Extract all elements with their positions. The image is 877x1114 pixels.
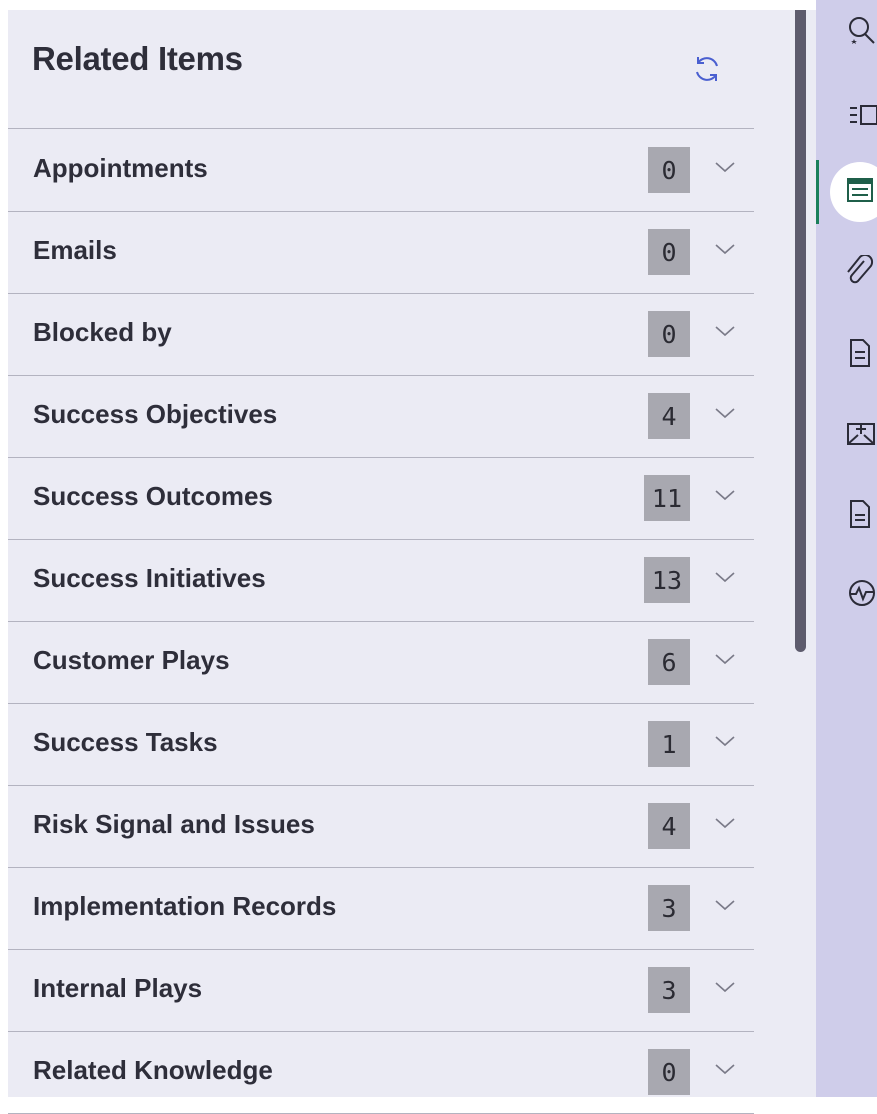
page-title: Related Items — [32, 40, 243, 77]
active-tab-indicator — [816, 160, 819, 224]
chevron-down-icon[interactable] — [714, 324, 736, 338]
chevron-down-icon[interactable] — [714, 242, 736, 256]
item-label: Customer Plays — [33, 645, 230, 675]
count-badge: 11 — [643, 475, 690, 521]
refresh-icon[interactable] — [692, 54, 722, 84]
item-label: Success Objectives — [33, 399, 278, 429]
list-item-risk-signal-and-issues[interactable]: Risk Signal and Issues 4 — [8, 786, 754, 868]
item-label: Success Initiatives — [33, 563, 266, 593]
related-items-icon[interactable] — [830, 175, 877, 209]
count-badge: 4 — [648, 803, 690, 849]
list-item-blocked-by[interactable]: Blocked by 0 — [8, 294, 754, 376]
panel-header: Related Items — [8, 10, 754, 129]
related-items-panel: Related Items Appointments 0 Emails 0 Bl… — [8, 10, 816, 1114]
chevron-down-icon[interactable] — [714, 488, 736, 502]
count-badge: 0 — [648, 1049, 690, 1095]
list-item-success-outcomes[interactable]: Success Outcomes 11 — [8, 458, 754, 540]
item-label: Related Knowledge — [33, 1055, 273, 1085]
count-badge: 3 — [648, 885, 690, 931]
count-badge: 13 — [643, 557, 690, 603]
list-item-emails[interactable]: Emails 0 — [8, 212, 754, 294]
list-item-appointments[interactable]: Appointments 0 — [8, 130, 754, 212]
document-icon[interactable] — [830, 336, 877, 370]
email-icon[interactable] — [830, 416, 877, 450]
count-badge: 0 — [648, 311, 690, 357]
item-label: Implementation Records — [33, 891, 337, 921]
item-label: Success Tasks — [33, 727, 218, 757]
chevron-down-icon[interactable] — [714, 734, 736, 748]
search-assist-icon[interactable] — [830, 14, 877, 48]
chevron-down-icon[interactable] — [714, 160, 736, 174]
count-badge: 6 — [648, 639, 690, 685]
chevron-down-icon[interactable] — [714, 898, 736, 912]
related-items-list: Appointments 0 Emails 0 Blocked by 0 Suc… — [8, 130, 754, 1114]
item-label: Emails — [33, 235, 117, 265]
list-item-customer-plays[interactable]: Customer Plays 6 — [8, 622, 754, 704]
chevron-down-icon[interactable] — [714, 816, 736, 830]
count-badge: 4 — [648, 393, 690, 439]
item-label: Success Outcomes — [33, 481, 273, 511]
chevron-down-icon[interactable] — [714, 570, 736, 584]
summary-icon[interactable] — [830, 98, 877, 132]
list-item-success-initiatives[interactable]: Success Initiatives 13 — [8, 540, 754, 622]
count-badge: 1 — [648, 721, 690, 767]
item-label: Appointments — [33, 153, 208, 183]
count-badge: 0 — [648, 229, 690, 275]
count-badge: 0 — [648, 147, 690, 193]
list-item-success-tasks[interactable]: Success Tasks 1 — [8, 704, 754, 786]
count-badge: 3 — [648, 967, 690, 1013]
list-item-related-knowledge[interactable]: Related Knowledge 0 — [8, 1032, 754, 1114]
item-label: Blocked by — [33, 317, 172, 347]
chevron-down-icon[interactable] — [714, 980, 736, 994]
list-item-success-objectives[interactable]: Success Objectives 4 — [8, 376, 754, 458]
notes-icon[interactable] — [830, 497, 877, 531]
item-label: Internal Plays — [33, 973, 203, 1003]
chevron-down-icon[interactable] — [714, 652, 736, 666]
chevron-down-icon[interactable] — [714, 1062, 736, 1076]
activity-icon[interactable] — [830, 576, 877, 610]
chevron-down-icon[interactable] — [714, 406, 736, 420]
list-item-internal-plays[interactable]: Internal Plays 3 — [8, 950, 754, 1032]
scrollbar-thumb[interactable] — [795, 10, 806, 652]
list-item-implementation-records[interactable]: Implementation Records 3 — [8, 868, 754, 950]
item-label: Risk Signal and Issues — [33, 809, 315, 839]
attachments-icon[interactable] — [830, 255, 877, 289]
